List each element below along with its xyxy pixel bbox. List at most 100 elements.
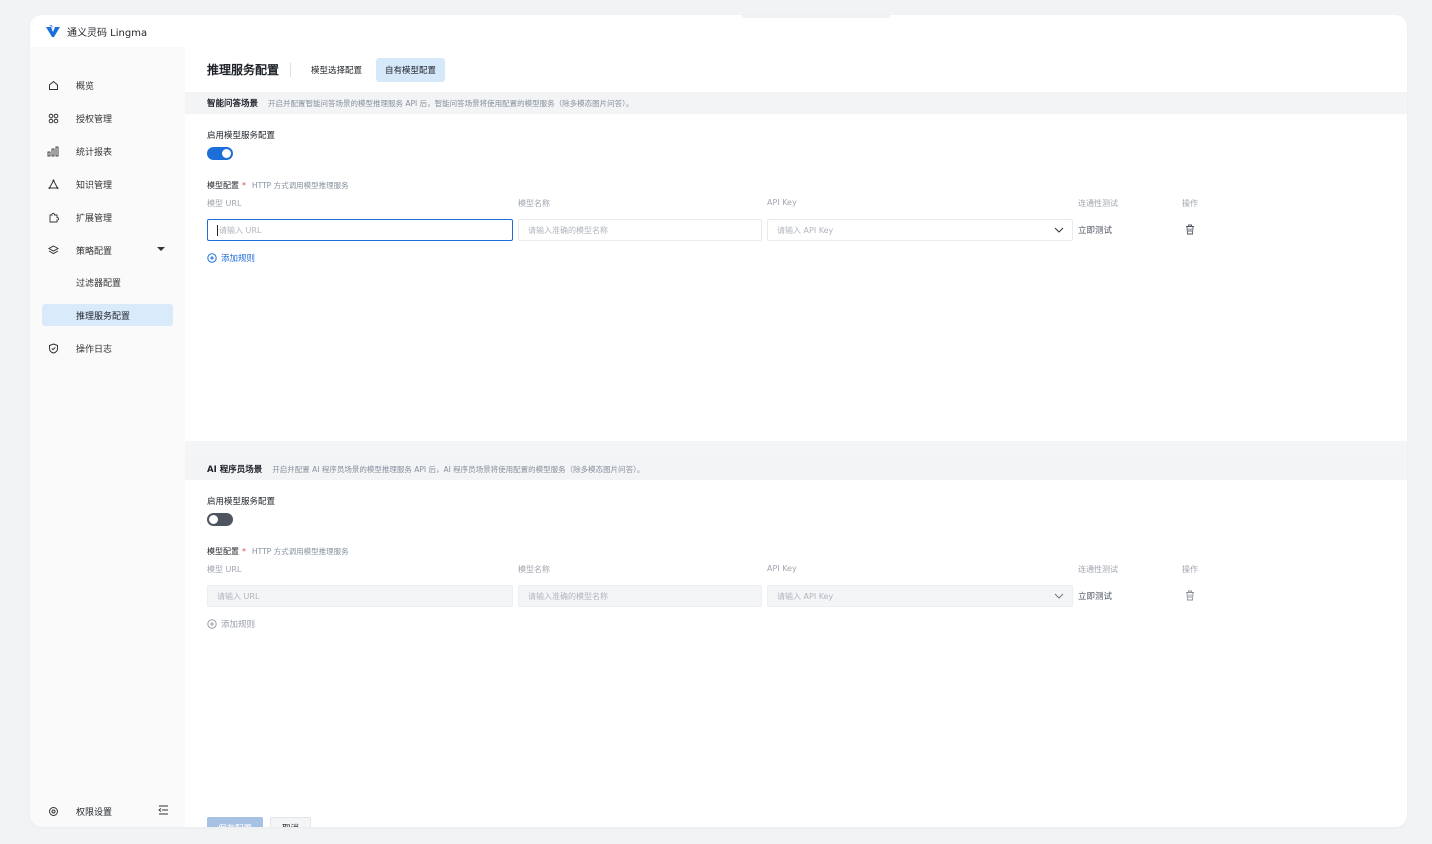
column-header-url: 模型 URL bbox=[207, 199, 242, 208]
sidebar-item-filter[interactable]: 过滤器配置 bbox=[42, 271, 173, 293]
trash-icon[interactable] bbox=[1185, 224, 1195, 235]
enable-toggle[interactable] bbox=[207, 513, 233, 526]
sidebar-item-label: 操作日志 bbox=[76, 344, 113, 355]
test-connection-link[interactable]: 立即测试 bbox=[1078, 590, 1112, 602]
toggle-knob bbox=[209, 515, 218, 524]
sidebar-item-label: 授权管理 bbox=[76, 114, 113, 125]
chevron-down-icon bbox=[1054, 593, 1064, 599]
shield-icon bbox=[47, 342, 59, 354]
model-config-label: 模型配置 * HTTP 方式调用模型推理服务 bbox=[207, 546, 349, 557]
sidebar-item-license[interactable]: 授权管理 bbox=[42, 107, 173, 129]
sidebar-item-label: 过滤器配置 bbox=[76, 278, 122, 289]
chevron-down-icon bbox=[1054, 227, 1064, 233]
config-hint: HTTP 方式调用模型推理服务 bbox=[252, 547, 349, 556]
column-header-test: 连通性测试 bbox=[1078, 199, 1118, 208]
sidebar-item-policy[interactable]: 策略配置 bbox=[42, 239, 173, 261]
column-header-name: 模型名称 bbox=[518, 199, 550, 208]
sidebar-item-label: 扩展管理 bbox=[76, 213, 113, 224]
sidebar-item-extensions[interactable]: 扩展管理 bbox=[42, 206, 173, 228]
bar-chart-icon bbox=[47, 145, 59, 157]
section-body-qa: 启用模型服务配置 模型配置 * HTTP 方式调用模型推理服务 模型 URL 模… bbox=[185, 114, 1407, 441]
tab-model-selection[interactable]: 模型选择配置 bbox=[302, 58, 371, 82]
home-icon bbox=[47, 79, 59, 91]
model-config-label: 模型配置 * HTTP 方式调用模型推理服务 bbox=[207, 180, 349, 191]
enable-label: 启用模型服务配置 bbox=[207, 131, 276, 141]
sidebar-item-label: 统计报表 bbox=[76, 147, 113, 158]
network-icon bbox=[47, 178, 59, 190]
chevron-down-icon bbox=[157, 247, 165, 251]
model-name-input[interactable]: 请输入准确的模型名称 bbox=[518, 585, 762, 607]
sidebar-item-inference[interactable]: 推理服务配置 bbox=[42, 304, 173, 326]
add-rule-button[interactable]: 添加规则 bbox=[207, 618, 255, 630]
column-header-api-key: API Key bbox=[767, 198, 797, 207]
api-key-select[interactable]: 请输入 API Key bbox=[767, 219, 1073, 241]
sidebar-item-knowledge[interactable]: 知识管理 bbox=[42, 173, 173, 195]
section-title: AI 程序员场景 bbox=[207, 465, 263, 475]
section-description: 开启并配置 AI 程序员场景的模型推理服务 API 后，AI 程序员场景将使用配… bbox=[272, 464, 645, 474]
add-rule-label: 添加规则 bbox=[221, 254, 256, 264]
trash-icon[interactable] bbox=[1185, 590, 1195, 601]
sidebar-item-label: 推理服务配置 bbox=[76, 311, 131, 322]
cancel-button[interactable]: 取消 bbox=[270, 817, 312, 827]
sidebar-item-label: 权限设置 bbox=[76, 807, 113, 818]
api-key-select[interactable]: 请输入 API Key bbox=[767, 585, 1073, 607]
placeholder: 请输入准确的模型名称 bbox=[528, 591, 608, 601]
save-button[interactable]: 保存配置 bbox=[207, 817, 264, 827]
sidebar-item-overview[interactable]: 概览 bbox=[42, 74, 173, 96]
sidebar-item-label: 策略配置 bbox=[76, 246, 113, 257]
placeholder: 请输入 API Key bbox=[777, 591, 834, 601]
column-header-name: 模型名称 bbox=[518, 565, 550, 574]
sidebar-item-label: 概览 bbox=[76, 81, 95, 92]
section-header-ai-programmer: AI 程序员场景 开启并配置 AI 程序员场景的模型推理服务 API 后，AI … bbox=[185, 458, 1407, 480]
column-header-ops: 操作 bbox=[1182, 565, 1198, 574]
page-title: 推理服务配置 bbox=[207, 63, 280, 77]
config-label-text: 模型配置 bbox=[207, 547, 239, 556]
lingma-logo bbox=[46, 25, 60, 37]
sidebar: 概览 授权管理 统计报表 知识管理 扩展管理 策略配置 过滤器配置 推理服务配置… bbox=[30, 47, 185, 827]
text-cursor bbox=[217, 224, 218, 236]
section-title: 智能问答场景 bbox=[207, 99, 259, 109]
header-divider bbox=[290, 62, 292, 77]
placeholder: 请输入 URL bbox=[217, 591, 260, 601]
model-url-input[interactable]: 请输入 URL bbox=[207, 219, 513, 241]
add-rule-button[interactable]: 添加规则 bbox=[207, 252, 255, 264]
config-label-text: 模型配置 bbox=[207, 181, 239, 190]
plus-circle-icon bbox=[207, 253, 217, 263]
section-description: 开启并配置智能问答场景的模型推理服务 API 后，智能问答场景将使用配置的模型服… bbox=[268, 98, 634, 108]
form-footer: 保存配置 取消 bbox=[207, 817, 318, 827]
required-mark: * bbox=[242, 181, 246, 190]
config-hint: HTTP 方式调用模型推理服务 bbox=[252, 181, 349, 190]
main-content: 推理服务配置 模型选择配置 自有模型配置 智能问答场景 开启并配置智能问答场景的… bbox=[185, 47, 1407, 827]
app-window: 通义灵码 Lingma 概览 授权管理 统计报表 知识管理 扩展管理 策略配置 … bbox=[30, 15, 1407, 827]
column-header-ops: 操作 bbox=[1182, 199, 1198, 208]
enable-toggle[interactable] bbox=[207, 147, 233, 160]
test-connection-link[interactable]: 立即测试 bbox=[1078, 224, 1112, 236]
section-header-qa: 智能问答场景 开启并配置智能问答场景的模型推理服务 API 后，智能问答场景将使… bbox=[185, 92, 1407, 114]
collapse-sidebar-icon[interactable] bbox=[158, 805, 169, 815]
topbar: 通义灵码 Lingma bbox=[30, 15, 1407, 47]
grid-icon bbox=[47, 112, 59, 124]
settings-icon bbox=[47, 805, 59, 817]
column-header-api-key: API Key bbox=[767, 564, 797, 573]
enable-label: 启用模型服务配置 bbox=[207, 497, 276, 507]
tab-own-model[interactable]: 自有模型配置 bbox=[376, 57, 446, 82]
placeholder: 请输入准确的模型名称 bbox=[528, 225, 608, 235]
plus-circle-icon bbox=[207, 619, 217, 629]
sidebar-item-label: 知识管理 bbox=[76, 180, 113, 191]
page-header: 推理服务配置 模型选择配置 自有模型配置 bbox=[185, 47, 1407, 92]
sidebar-item-logs[interactable]: 操作日志 bbox=[42, 337, 173, 359]
toggle-knob bbox=[222, 149, 231, 158]
column-header-test: 连通性测试 bbox=[1078, 565, 1118, 574]
model-url-input[interactable]: 请输入 URL bbox=[207, 585, 513, 607]
placeholder: 请输入 API Key bbox=[777, 225, 834, 235]
placeholder: 请输入 URL bbox=[219, 225, 262, 235]
model-name-input[interactable]: 请输入准确的模型名称 bbox=[518, 219, 762, 241]
puzzle-icon bbox=[47, 211, 59, 223]
layers-icon bbox=[47, 244, 59, 256]
section-body-ai-programmer: 启用模型服务配置 模型配置 * HTTP 方式调用模型推理服务 模型 URL 模… bbox=[185, 480, 1407, 827]
sidebar-item-stats[interactable]: 统计报表 bbox=[42, 140, 173, 162]
sidebar-item-permissions[interactable]: 权限设置 bbox=[42, 795, 173, 827]
app-title: 通义灵码 Lingma bbox=[67, 27, 148, 39]
required-mark: * bbox=[242, 547, 246, 556]
add-rule-label: 添加规则 bbox=[221, 620, 256, 630]
